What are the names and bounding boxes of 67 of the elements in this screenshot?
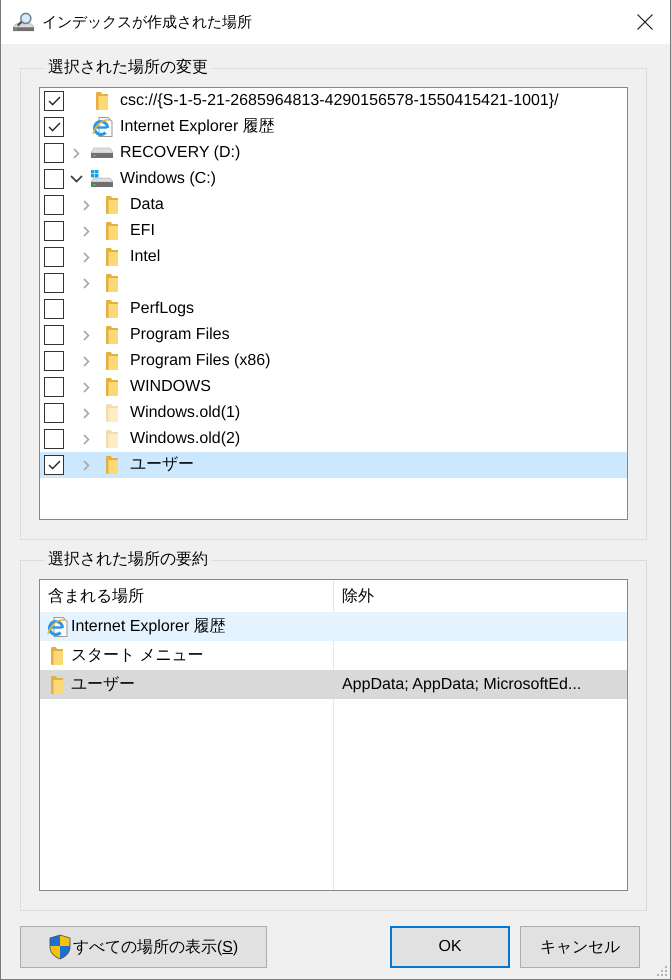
checkbox[interactable]: [44, 247, 64, 267]
checkbox[interactable]: [44, 273, 64, 293]
checkbox[interactable]: [44, 195, 64, 215]
location-label: ユーザー: [71, 675, 135, 695]
tree-row[interactable]: WINDOWS: [40, 374, 627, 400]
item-label: RECOVERY (D:): [120, 143, 240, 163]
checkbox[interactable]: [44, 403, 64, 423]
close-icon[interactable]: [637, 14, 653, 30]
window-title: インデックスが作成された場所: [42, 12, 252, 32]
item-label: EFI: [130, 221, 155, 241]
checkbox[interactable]: [44, 429, 64, 449]
item-label: ユーザー: [130, 455, 194, 475]
folder-icon: [51, 646, 63, 664]
exclusions-text: AppData; AppData; MicrosoftEd...: [341, 676, 582, 694]
tree-row[interactable]: PerfLogs: [40, 296, 627, 322]
item-label: Windows (C:): [120, 169, 216, 189]
item-label: Data: [130, 195, 164, 215]
location-label: スタート メニュー: [71, 646, 204, 666]
list-row[interactable]: スタート メニュー: [40, 641, 627, 670]
list-row[interactable]: Internet Explorer 履歴: [40, 612, 627, 641]
tree-row[interactable]: Intel: [40, 244, 627, 270]
tree-row[interactable]: Windows (C:): [40, 166, 627, 192]
resize-grip-icon[interactable]: [657, 966, 668, 977]
checkbox[interactable]: [44, 325, 64, 345]
checkbox[interactable]: [44, 351, 64, 371]
checkbox[interactable]: [44, 117, 64, 137]
checkbox[interactable]: [44, 377, 64, 397]
checkmark-icon: [48, 122, 60, 132]
item-label: Windows.old(2): [130, 429, 240, 449]
column-header[interactable]: 除外: [334, 580, 374, 612]
checkbox[interactable]: [44, 91, 64, 111]
tree-row[interactable]: Windows.old(2): [40, 426, 627, 452]
item-label: Internet Explorer 履歴: [120, 117, 275, 137]
tree-row[interactable]: Internet Explorer 履歴: [40, 114, 627, 140]
item-label: Program Files (x86): [130, 351, 270, 371]
checkbox[interactable]: [44, 455, 64, 475]
checkbox[interactable]: [44, 169, 64, 189]
list-row[interactable]: ユーザー AppData; AppData; MicrosoftEd...: [40, 670, 627, 699]
tree-row[interactable]: csc://{S-1-5-21-2685964813-4290156578-1550415421-1001}/: [40, 88, 627, 114]
tree-row[interactable]: Windows.old(1): [40, 400, 627, 426]
checkbox[interactable]: [44, 143, 64, 163]
group-title: 選択された場所の要約: [47, 550, 209, 570]
tree-row[interactable]: Data: [40, 192, 627, 218]
item-label: PerfLogs: [130, 299, 194, 319]
ok-button[interactable]: OK: [390, 926, 510, 968]
tree-row[interactable]: ユーザー: [40, 452, 627, 478]
item-label: Windows.old(1): [130, 403, 240, 423]
chevron-down-icon[interactable]: [70, 175, 82, 183]
magnifier-drive-icon: [13, 12, 35, 32]
folder-icon: [51, 676, 63, 694]
checkmark-icon: [48, 460, 60, 470]
item-label: csc://{S-1-5-21-2685964813-4290156578-1550415421-1001}/: [120, 91, 559, 111]
letter-e-page-icon: [46, 616, 68, 638]
group-title: 選択された場所の変更: [47, 58, 209, 78]
cancel-button[interactable]: キャンセル: [520, 926, 640, 968]
show-all-locations-button[interactable]: すべての場所の表示(S): [20, 926, 267, 968]
tree-row[interactable]: Program Files: [40, 322, 627, 348]
location-label: Internet Explorer 履歴: [71, 617, 226, 637]
item-label: Program Files: [130, 325, 230, 345]
tree-row[interactable]: EFI: [40, 218, 627, 244]
item-label: Intel: [130, 247, 160, 267]
tree-row[interactable]: Program Files (x86): [40, 348, 627, 374]
item-label: WINDOWS: [130, 377, 211, 397]
checkmark-icon: [48, 96, 60, 106]
checkbox[interactable]: [44, 299, 64, 319]
tree-row[interactable]: RECOVERY (D:): [40, 140, 627, 166]
checkbox[interactable]: [44, 221, 64, 241]
